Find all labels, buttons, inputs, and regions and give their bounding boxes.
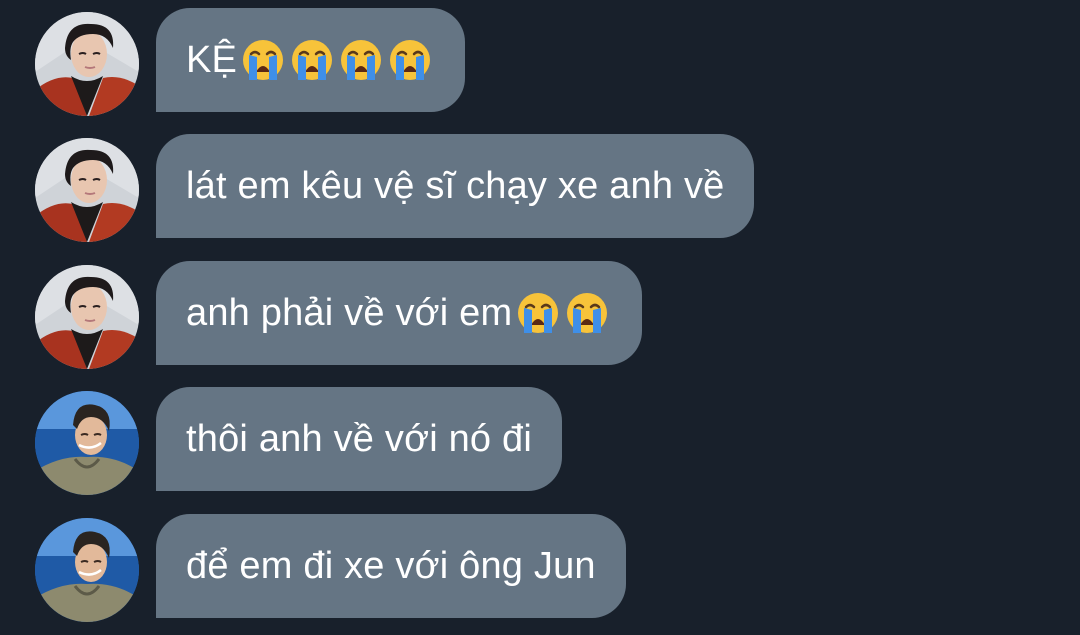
avatar-b-image (35, 391, 139, 495)
loudly-crying-face-icon (567, 293, 608, 333)
message-row: thôi anh về với nó đi (0, 387, 1080, 495)
message-row: lát em kêu vệ sĩ chạy xe anh về (0, 134, 1080, 242)
loudly-crying-face-icon (390, 40, 431, 80)
message-bubble[interactable]: để em đi xe với ông Jun (156, 514, 626, 618)
loudly-crying-face-icon (292, 40, 333, 80)
avatar[interactable] (35, 138, 139, 242)
message-text: thôi anh về với nó đi (186, 417, 532, 460)
message-text: anh phải về với em (186, 291, 513, 334)
avatar-a-image (35, 12, 139, 116)
message-row: anh phải về với em (0, 261, 1080, 369)
emoji-group (514, 289, 612, 337)
avatar[interactable] (35, 265, 139, 369)
avatar-a-image (35, 265, 139, 369)
avatar[interactable] (35, 12, 139, 116)
message-bubble[interactable]: KỆ (156, 8, 466, 112)
avatar[interactable] (35, 518, 139, 622)
avatar[interactable] (35, 391, 139, 495)
message-row: KỆ (0, 8, 1080, 116)
message-bubble[interactable]: anh phải về với em (156, 261, 643, 365)
message-row: để em đi xe với ông Jun (0, 514, 1080, 622)
message-bubble[interactable]: lát em kêu vệ sĩ chạy xe anh về (156, 134, 755, 238)
avatar-b-image (35, 518, 139, 622)
loudly-crying-face-icon (518, 293, 559, 333)
loudly-crying-face-icon (341, 40, 382, 80)
emoji-group (239, 36, 435, 84)
message-text: KỆ (186, 38, 238, 81)
loudly-crying-face-icon (243, 40, 284, 80)
chat-thread: KỆ lát em kêu vệ sĩ chạy xe anh về anh p… (0, 0, 1080, 635)
message-bubble[interactable]: thôi anh về với nó đi (156, 387, 562, 491)
message-text: lát em kêu vệ sĩ chạy xe anh về (186, 164, 725, 207)
message-text: để em đi xe với ông Jun (186, 544, 596, 587)
avatar-a-image (35, 138, 139, 242)
